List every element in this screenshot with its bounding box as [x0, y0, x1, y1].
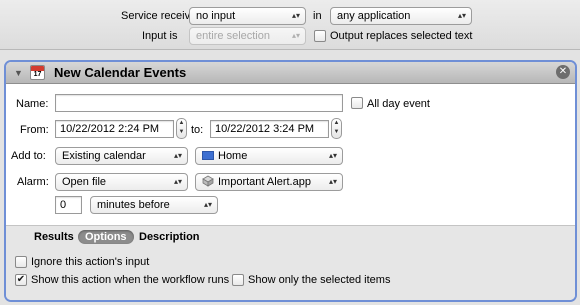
from-label: From: [20, 124, 49, 136]
show-when-runs-label: Show this action when the workflow runs [31, 274, 230, 286]
checkmark-icon: ✔ [16, 274, 26, 285]
show-selected-only-label: Show only the selected items [248, 274, 391, 286]
all-day-checkbox[interactable] [351, 97, 363, 109]
disclosure-triangle-icon[interactable]: ▼ [14, 67, 23, 79]
service-config-bar: Service receives no input ▴▾ in any appl… [0, 0, 580, 50]
input-is-popup[interactable]: entire selection ▴▾ [189, 27, 306, 45]
from-datetime-field[interactable]: 10/22/2012 2:24 PM [55, 120, 174, 138]
add-to-label: Add to: [11, 150, 46, 162]
ignore-input-label: Ignore this action's input [31, 256, 150, 268]
popup-arrows-icon: ▴▾ [173, 177, 182, 186]
input-is-value: entire selection [196, 30, 270, 42]
popup-arrows-icon: ▴▾ [328, 177, 337, 186]
calendar-popup[interactable]: Home ▴▾ [195, 147, 343, 165]
name-label: Name: [16, 98, 49, 110]
popup-arrows-icon: ▴▾ [291, 11, 300, 20]
to-label: to: [191, 124, 204, 136]
close-icon[interactable]: ✕ [556, 65, 570, 79]
add-to-popup[interactable]: Existing calendar ▴▾ [55, 147, 188, 165]
alarm-label: Alarm: [17, 176, 49, 188]
name-field[interactable] [55, 94, 343, 112]
ignore-input-checkbox[interactable] [15, 256, 27, 268]
application-value: any application [337, 10, 411, 22]
to-datetime-field[interactable]: 10/22/2012 3:24 PM [210, 120, 329, 138]
show-selected-only-checkbox[interactable] [232, 274, 244, 286]
alarm-popup[interactable]: Open file ▴▾ [55, 173, 188, 191]
minutes-field[interactable]: 0 [55, 196, 82, 214]
popup-arrows-icon: ▴▾ [173, 151, 182, 160]
stepper-down-icon[interactable]: ▼ [177, 128, 186, 137]
calendar-color-swatch-icon [202, 151, 214, 160]
popup-arrows-icon: ▴▾ [203, 200, 212, 209]
minutes-unit-value: minutes before [97, 199, 170, 211]
application-popup[interactable]: any application ▴▾ [330, 7, 472, 25]
output-replaces-label: Output replaces selected text [330, 30, 473, 42]
tab-results[interactable]: Results [34, 230, 74, 244]
tab-description[interactable]: Description [139, 230, 200, 244]
calendar-value: Home [218, 150, 248, 162]
options-area: Results Options Description Ignore this … [6, 225, 575, 300]
service-receives-popup[interactable]: no input ▴▾ [189, 7, 306, 25]
alarm-value: Open file [62, 176, 107, 188]
popup-arrows-icon: ▴▾ [457, 11, 466, 20]
show-when-runs-checkbox[interactable]: ✔ [15, 274, 27, 286]
stepper-down-icon[interactable]: ▼ [332, 128, 341, 137]
stepper-up-icon[interactable]: ▲ [177, 119, 186, 128]
popup-arrows-icon: ▴▾ [291, 31, 300, 40]
all-day-label: All day event [367, 98, 430, 110]
to-stepper[interactable]: ▲ ▼ [331, 118, 342, 139]
calendar-icon: 17 [30, 65, 45, 80]
minutes-unit-popup[interactable]: minutes before ▴▾ [90, 196, 218, 214]
tab-options[interactable]: Options [78, 230, 134, 244]
alarm-file-popup[interactable]: Important Alert.app ▴▾ [195, 173, 343, 191]
add-to-value: Existing calendar [62, 150, 146, 162]
service-receives-value: no input [196, 10, 236, 22]
action-header: ▼ 17 New Calendar Events ✕ [6, 62, 575, 84]
output-replaces-checkbox[interactable] [314, 30, 326, 42]
new-calendar-events-action: ▼ 17 New Calendar Events ✕ Name: All day… [4, 60, 577, 302]
stepper-up-icon[interactable]: ▲ [332, 119, 341, 128]
from-stepper[interactable]: ▲ ▼ [176, 118, 187, 139]
calendar-icon-day: 17 [33, 71, 42, 78]
input-is-label: Input is [142, 30, 178, 42]
application-icon [202, 175, 214, 187]
popup-arrows-icon: ▴▾ [328, 151, 337, 160]
action-title: New Calendar Events [54, 65, 187, 80]
in-label: in [313, 10, 322, 22]
alarm-file-value: Important Alert.app [218, 176, 311, 188]
